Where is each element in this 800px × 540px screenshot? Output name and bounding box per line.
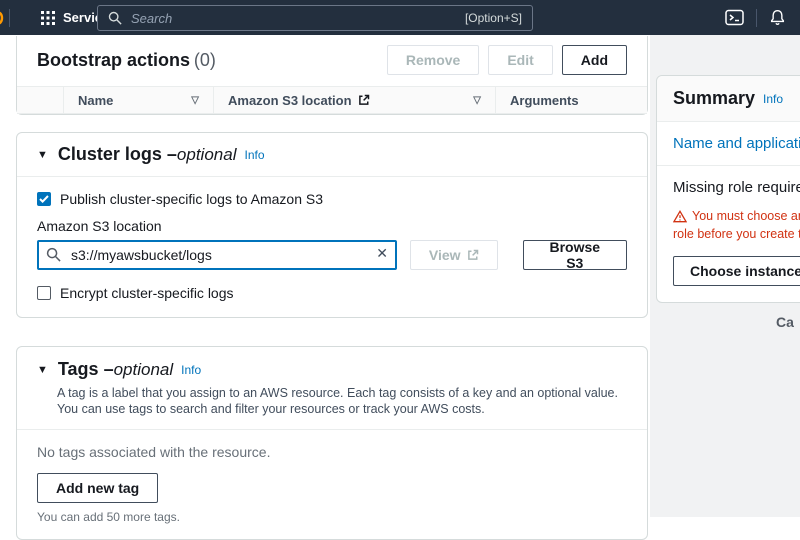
add-new-tag-button[interactable]: Add new tag [37, 473, 158, 503]
s3-location-input[interactable] [37, 240, 397, 270]
tags-empty-message: No tags associated with the resource. [37, 444, 627, 460]
aws-logo-icon[interactable] [0, 10, 8, 26]
summary-panel: Summary Info Name and applicatio Missing… [656, 75, 800, 303]
publish-logs-label: Publish cluster-specific logs to Amazon … [60, 191, 323, 207]
cluster-logs-title: Cluster logs – [58, 144, 177, 165]
publish-logs-checkbox[interactable] [37, 192, 51, 206]
clear-input-icon[interactable]: ✕ [376, 245, 388, 262]
warning-triangle-icon [673, 210, 687, 223]
sort-icon[interactable]: ▽ [473, 95, 481, 106]
choose-instance-profile-button[interactable]: Choose instance prof [673, 256, 800, 286]
cluster-logs-header[interactable]: ▼ Cluster logs – optional Info [17, 133, 647, 176]
tags-limit-hint: You can add 50 more tags. [37, 510, 627, 524]
encrypt-logs-checkbox[interactable] [37, 286, 51, 300]
topbar-divider [756, 9, 757, 27]
selection-column-header [17, 87, 63, 113]
s3-location-field-wrap: ✕ [37, 240, 397, 270]
sort-icon[interactable]: ▽ [191, 95, 199, 106]
tags-optional: optional [114, 360, 174, 380]
edit-button[interactable]: Edit [488, 45, 552, 75]
search-icon [108, 11, 122, 25]
add-button[interactable]: Add [562, 45, 627, 75]
search-placeholder: Search [131, 11, 465, 26]
missing-role-warning: You must choose an in role before you cr… [673, 207, 800, 243]
notifications-bell-icon[interactable] [763, 5, 792, 30]
collapse-caret-icon[interactable]: ▼ [37, 364, 48, 376]
external-link-icon [358, 94, 370, 106]
cloudshell-icon[interactable] [719, 5, 750, 30]
summary-title: Summary [673, 88, 755, 109]
search-icon [46, 247, 61, 262]
bootstrap-actions-title: Bootstrap actions (0) [37, 50, 216, 71]
column-header-arguments[interactable]: Arguments [495, 87, 647, 113]
services-grid-icon[interactable] [41, 11, 55, 25]
cluster-logs-section: ▼ Cluster logs – optional Info Publish c… [16, 132, 648, 318]
column-header-name[interactable]: Name ▽ [63, 87, 213, 113]
remove-button[interactable]: Remove [387, 45, 479, 75]
cancel-button[interactable]: Ca [776, 314, 794, 330]
encrypt-logs-checkbox-row: Encrypt cluster-specific logs [37, 285, 627, 301]
encrypt-logs-label: Encrypt cluster-specific logs [60, 285, 234, 301]
missing-role-heading: Missing role requirem [673, 179, 800, 196]
publish-logs-checkbox-row: Publish cluster-specific logs to Amazon … [37, 191, 627, 207]
view-button[interactable]: View [410, 240, 498, 270]
tags-title: Tags – [58, 359, 114, 380]
search-shortcut-hint: [Option+S] [465, 11, 522, 25]
name-and-applications-link[interactable]: Name and applicatio [673, 135, 800, 152]
top-navigation-bar: Services Search [Option+S] [0, 0, 800, 35]
summary-header: Summary Info [657, 76, 800, 122]
bootstrap-actions-table-header: Name ▽ Amazon S3 location ▽ Arguments [17, 86, 647, 114]
external-link-icon [467, 249, 479, 261]
summary-info-link[interactable]: Info [763, 92, 783, 106]
tags-section: ▼ Tags – optional Info A tag is a label … [16, 346, 648, 540]
s3-location-label: Amazon S3 location [37, 218, 627, 234]
bootstrap-actions-header: Bootstrap actions (0) Remove Edit Add [17, 36, 647, 86]
column-header-s3-location[interactable]: Amazon S3 location ▽ [213, 87, 495, 113]
bootstrap-actions-count: (0) [194, 50, 216, 70]
tags-description: A tag is a label that you assign to an A… [57, 385, 627, 417]
tags-info-link[interactable]: Info [181, 363, 201, 377]
tags-header[interactable]: ▼ Tags – optional Info [37, 359, 627, 380]
browse-s3-button[interactable]: Browse S3 [523, 240, 627, 270]
global-search-input[interactable]: Search [Option+S] [97, 5, 533, 31]
topbar-divider [9, 9, 10, 27]
bootstrap-actions-section: Bootstrap actions (0) Remove Edit Add Na… [16, 36, 648, 115]
collapse-caret-icon[interactable]: ▼ [37, 149, 48, 161]
main-form-column: Bootstrap actions (0) Remove Edit Add Na… [16, 36, 648, 540]
cluster-logs-info-link[interactable]: Info [244, 148, 264, 162]
aws-console-page: { "topbar": { "services_label": "Service… [0, 0, 800, 517]
cluster-logs-optional: optional [177, 145, 237, 165]
